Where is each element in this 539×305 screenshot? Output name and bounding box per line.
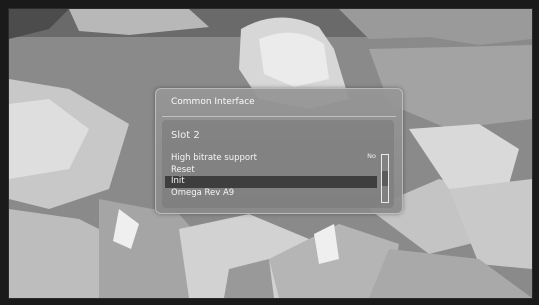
title-divider [162,116,396,117]
scrollbar[interactable] [381,154,389,203]
menu-item-reset[interactable]: Reset [165,165,377,177]
menu-list: High bitrate support No Reset Init Omega… [165,152,377,200]
menu-item-label: Init [171,176,185,186]
scrollbar-thumb[interactable] [382,171,388,186]
dialog-title: Common Interface [171,97,255,107]
menu-item-label: Omega Rev A9 [171,187,235,198]
menu-item-label: High bitrate support [171,153,257,163]
menu-item-value: No [367,152,376,160]
menu-item-init[interactable]: Init [165,176,377,188]
slot-panel: Slot 2 High bitrate support No Reset Ini… [162,120,394,208]
menu-item-label: Reset [171,164,195,175]
slot-title: Slot 2 [171,130,200,141]
tv-screen: Common Interface Slot 2 High bitrate sup… [8,8,533,299]
menu-item-module-name[interactable]: Omega Rev A9 [165,188,377,200]
menu-item-high-bitrate-support[interactable]: High bitrate support No [165,152,377,165]
common-interface-dialog: Common Interface Slot 2 High bitrate sup… [155,88,403,214]
